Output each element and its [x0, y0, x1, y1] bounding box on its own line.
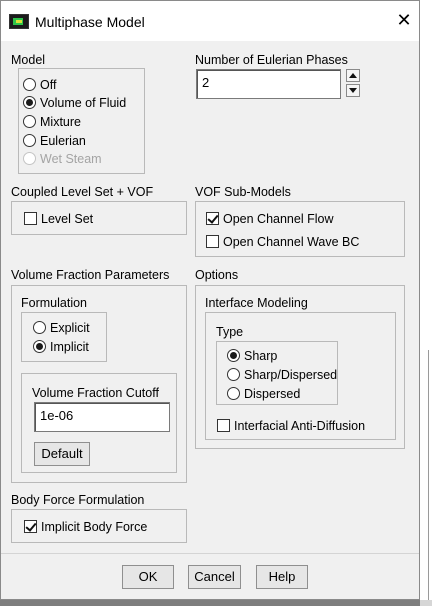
checkbox-icon[interactable] — [206, 235, 219, 248]
radio-disabled-icon — [23, 152, 36, 165]
ok-button[interactable]: OK — [122, 565, 174, 589]
radio-selected-icon[interactable] — [227, 349, 240, 362]
eulerian-phases-input[interactable]: 2 — [196, 69, 341, 99]
volume-fraction-label: Volume Fraction Parameters — [11, 268, 170, 282]
cutoff-label: Volume Fraction Cutoff — [32, 386, 159, 400]
checkbox-icon[interactable] — [217, 419, 230, 432]
cancel-button[interactable]: Cancel — [188, 565, 241, 589]
checkbox-checked-icon[interactable] — [24, 520, 37, 533]
volume-fraction-group: Formulation Explicit Implicit Volume Fra… — [11, 285, 187, 483]
radio-icon[interactable] — [33, 321, 46, 334]
checkbox-checked-icon[interactable] — [206, 212, 219, 225]
background-window-strip — [420, 0, 432, 606]
background-window-divider — [420, 600, 432, 606]
radio-icon[interactable] — [23, 134, 36, 147]
formulation-label: Formulation — [21, 296, 87, 310]
model-label: Model — [11, 53, 46, 67]
radio-icon[interactable] — [227, 387, 240, 400]
body-force-label: Body Force Formulation — [11, 493, 145, 507]
interface-modeling-label: Interface Modeling — [205, 296, 308, 310]
options-label: Options — [195, 268, 239, 282]
radio-selected-icon[interactable] — [23, 96, 36, 109]
coupled-level-set-label: Coupled Level Set + VOF — [11, 185, 154, 199]
help-button[interactable]: Help — [256, 565, 308, 589]
window-title: Multiphase Model — [35, 14, 145, 30]
interface-modeling-group: Type Sharp Sharp/Dispersed Dispersed Int… — [205, 312, 396, 440]
body-force-group: Implicit Body Force — [11, 509, 187, 543]
vof-sub-models-group: Open Channel Flow Open Channel Wave BC — [195, 201, 405, 257]
radio-selected-icon[interactable] — [33, 340, 46, 353]
button-row-separator — [1, 553, 419, 554]
close-icon[interactable]: ✕ — [393, 11, 415, 29]
app-icon — [9, 14, 29, 29]
cutoff-input[interactable]: 1e-06 — [34, 402, 170, 432]
checkbox-icon[interactable] — [24, 212, 37, 225]
type-label: Type — [216, 325, 244, 339]
options-group: Interface Modeling Type Sharp Sharp/Disp… — [195, 285, 405, 449]
cutoff-group: Volume Fraction Cutoff 1e-06 Default — [21, 373, 177, 473]
radio-icon[interactable] — [227, 368, 240, 381]
coupled-level-set-group: Level Set — [11, 201, 187, 235]
radio-icon[interactable] — [23, 78, 36, 91]
type-group: Sharp Sharp/Dispersed Dispersed — [216, 341, 338, 405]
formulation-group: Explicit Implicit — [21, 312, 107, 362]
spin-up-icon[interactable] — [346, 69, 360, 82]
multiphase-model-dialog: Multiphase Model ✕ Model Off Volume of F… — [0, 0, 420, 600]
title-bar: Multiphase Model ✕ — [1, 1, 419, 41]
default-button[interactable]: Default — [34, 442, 90, 466]
model-group: Off Volume of Fluid Mixture Eulerian Wet… — [18, 68, 145, 174]
vof-sub-models-label: VOF Sub-Models — [195, 185, 291, 199]
radio-icon[interactable] — [23, 115, 36, 128]
spin-down-icon[interactable] — [346, 84, 360, 97]
eulerian-phases-label: Number of Eulerian Phases — [195, 53, 348, 67]
background-window-border — [428, 350, 429, 606]
